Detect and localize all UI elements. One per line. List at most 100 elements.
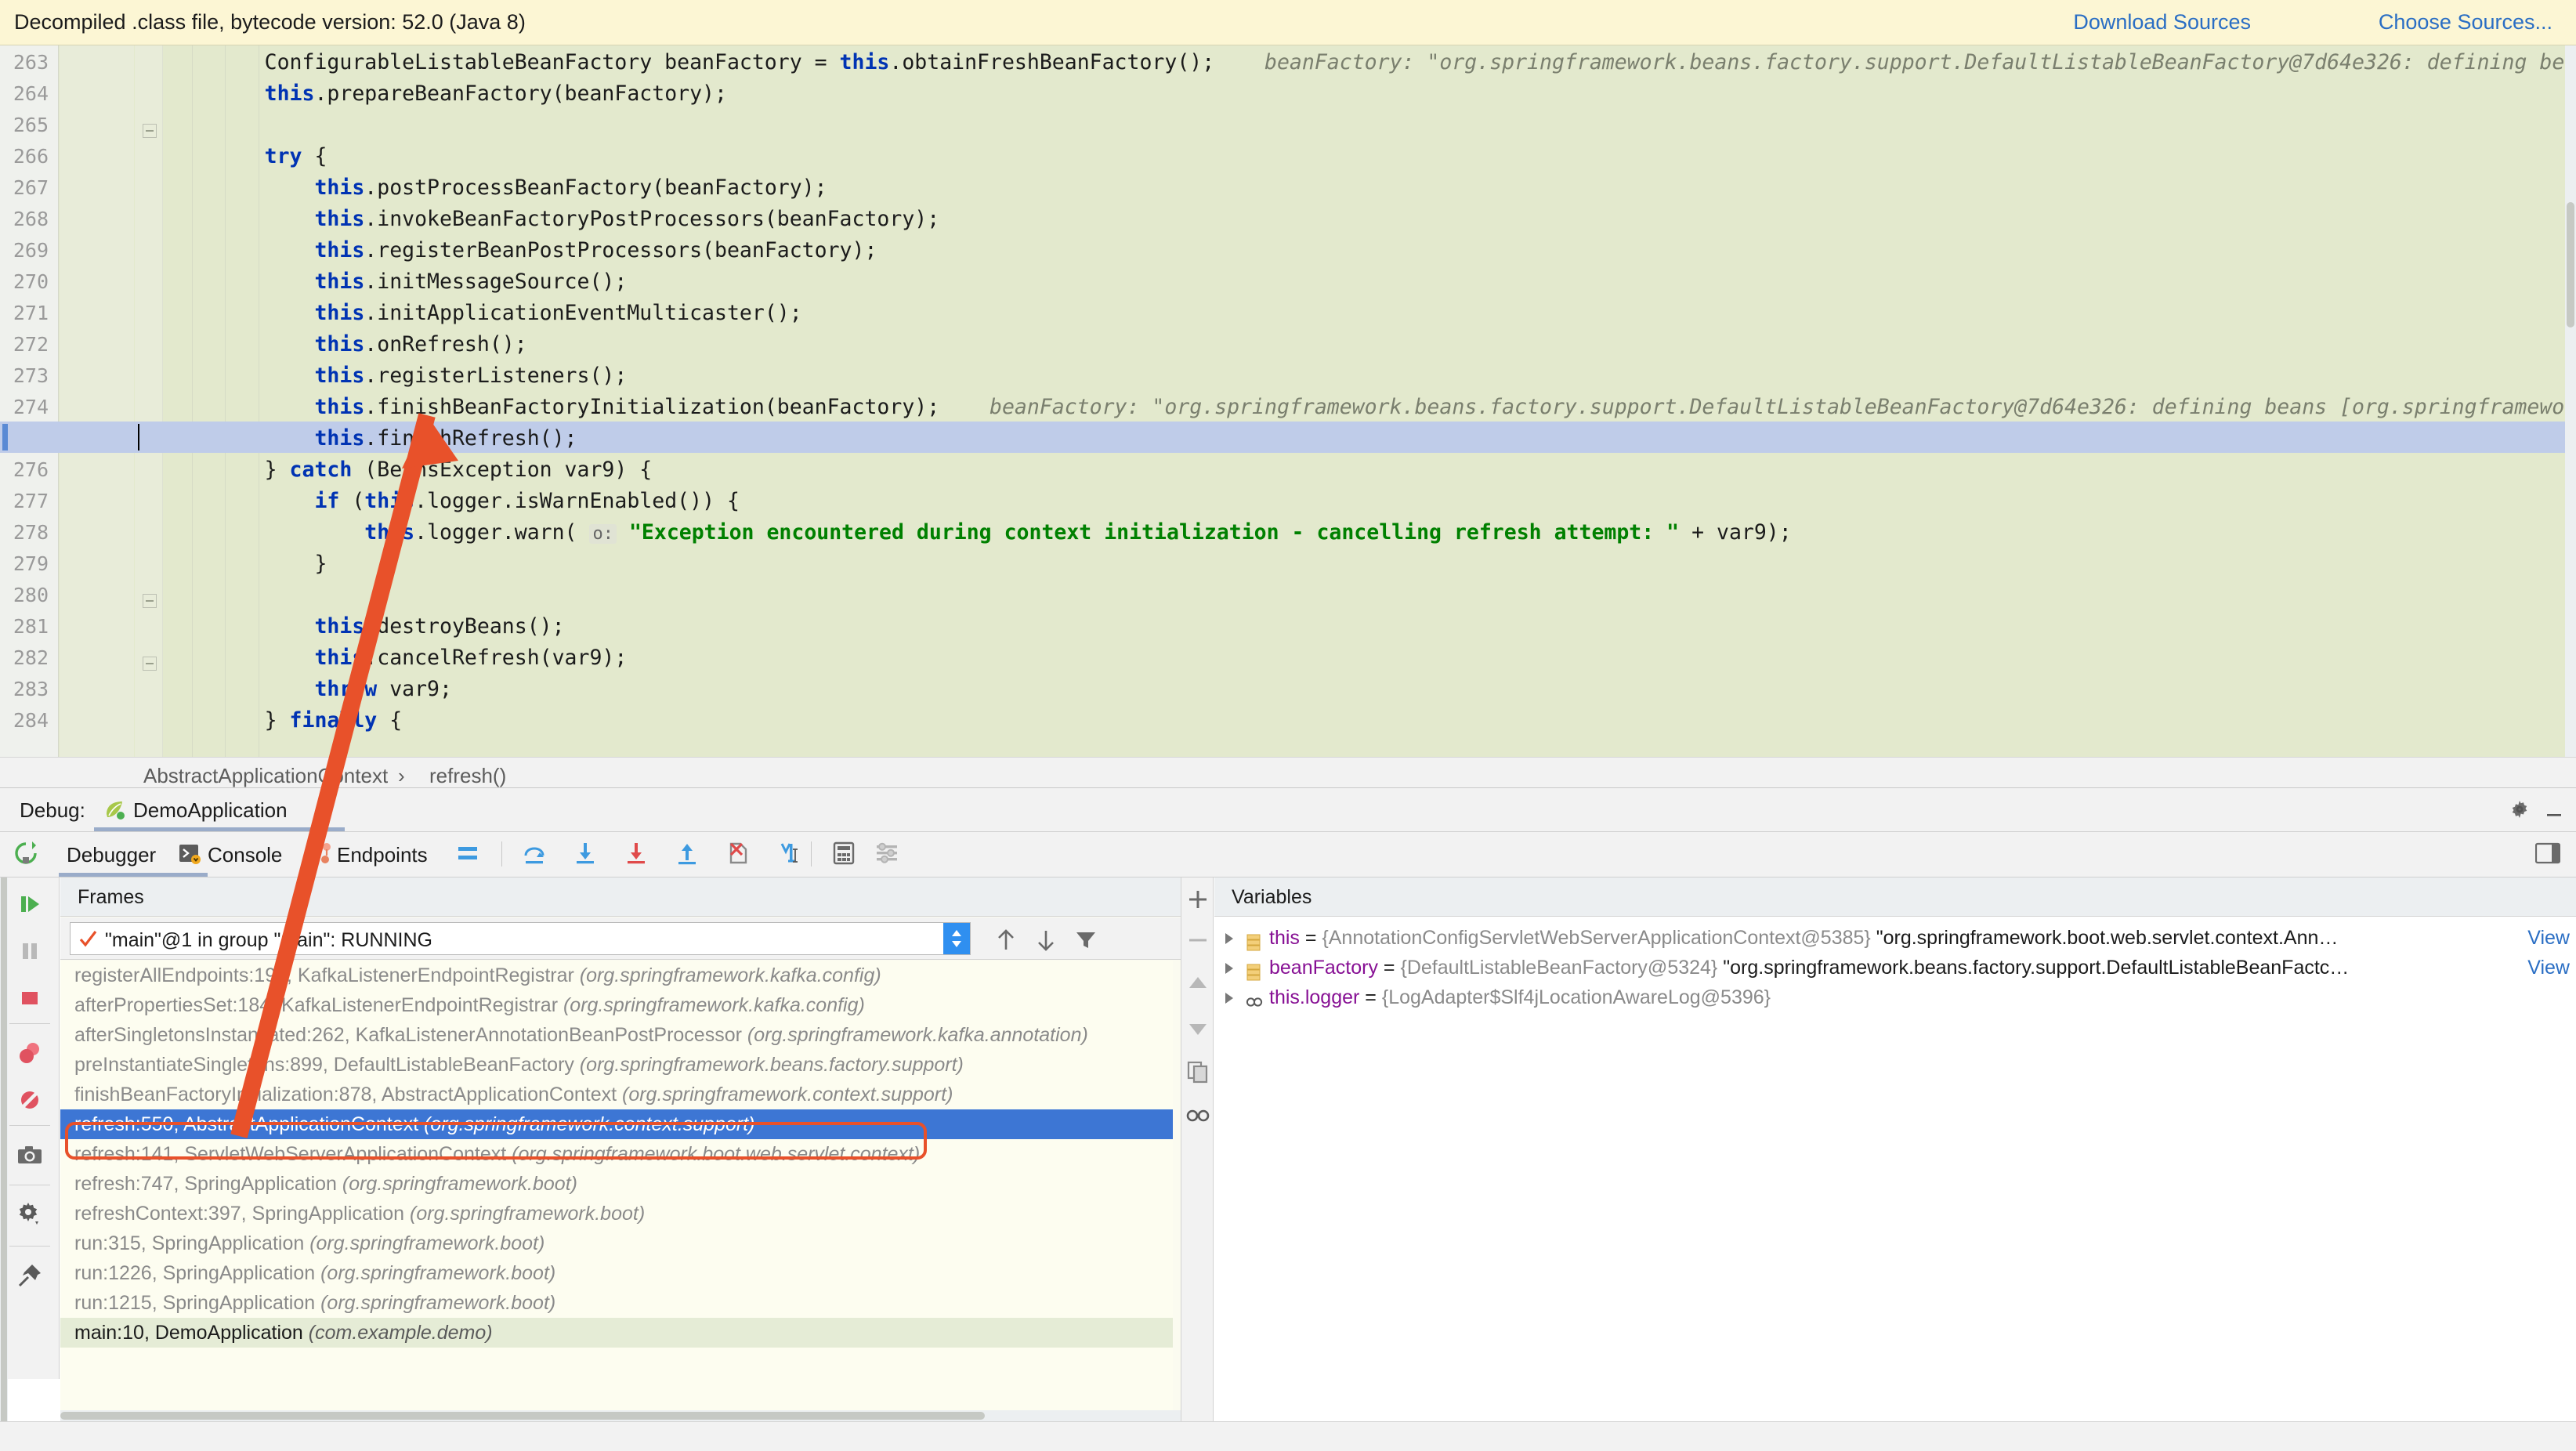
run-to-cursor-icon[interactable] — [776, 840, 802, 867]
drop-frame-icon[interactable] — [725, 840, 751, 867]
code-line[interactable]: } — [165, 548, 327, 580]
thread-dropdown-button[interactable] — [943, 923, 970, 954]
code-line[interactable]: this.finishBeanFactoryInitialization(bea… — [165, 392, 2564, 423]
variable-row[interactable]: beanFactory = {DefaultListableBeanFactor… — [1214, 953, 2576, 982]
scrollbar-thumb[interactable] — [2567, 202, 2574, 327]
fold-marker-icon[interactable] — [143, 124, 157, 138]
code-line[interactable]: this.destroyBeans(); — [165, 611, 565, 642]
code-line[interactable]: } finally { — [165, 705, 402, 736]
tab-endpoints[interactable]: Endpoints — [337, 843, 428, 867]
console-icon[interactable] — [176, 840, 203, 867]
thread-combobox[interactable]: "main"@1 in group "main": RUNNING — [70, 922, 971, 955]
variable-row[interactable]: this.logger = {LogAdapter$Slf4jLocationA… — [1214, 982, 2576, 1012]
endpoints-icon[interactable] — [307, 840, 334, 867]
stop-icon[interactable] — [16, 984, 44, 1012]
expand-arrow-icon[interactable] — [1225, 963, 1233, 974]
expand-arrow-icon[interactable] — [1225, 933, 1233, 944]
rerun-icon[interactable] — [13, 840, 39, 867]
fold-marker-icon[interactable] — [143, 657, 157, 671]
frame-row[interactable]: afterPropertiesSet:184, KafkaListenerEnd… — [60, 990, 1181, 1020]
code-line[interactable]: throw var9; — [165, 674, 452, 705]
filter-icon[interactable] — [1074, 928, 1098, 952]
move-up-icon[interactable] — [1185, 972, 1210, 997]
code-line[interactable]: this.postProcessBeanFactory(beanFactory)… — [165, 172, 827, 204]
step-over-icon[interactable] — [521, 840, 548, 867]
step-out-icon[interactable] — [674, 840, 700, 867]
add-watch-icon[interactable] — [1185, 887, 1210, 912]
code-line[interactable]: this.registerBeanPostProcessors(beanFact… — [165, 235, 877, 266]
view-link[interactable]: View — [2527, 953, 2570, 982]
frame-row[interactable]: run:1226, SpringApplication (org.springf… — [60, 1258, 1181, 1288]
force-step-into-icon[interactable] — [623, 840, 649, 867]
code-line[interactable]: try { — [165, 141, 327, 172]
editor-vertical-scrollbar[interactable] — [2565, 45, 2576, 757]
code-line[interactable]: this.logger.warn( o: "Exception encounte… — [165, 517, 1792, 548]
settings-icon[interactable] — [874, 840, 900, 867]
left-edge-scrollbar[interactable] — [0, 877, 8, 1421]
code-line[interactable]: ConfigurableListableBeanFactory beanFact… — [165, 47, 2564, 78]
frame-row[interactable]: refresh:747, SpringApplication (org.spri… — [60, 1169, 1181, 1199]
frames-vertical-scrollbar[interactable] — [1173, 961, 1181, 1410]
resume-program-icon[interactable] — [16, 890, 44, 918]
frame-row[interactable]: preInstantiateSingletons:899, DefaultLis… — [60, 1050, 1181, 1080]
debug-configuration-name[interactable]: DemoApplication — [133, 798, 288, 823]
code-line[interactable]: if (this.logger.isWarnEnabled()) { — [165, 486, 740, 517]
frames-horizontal-scrollbar[interactable] — [60, 1410, 1181, 1421]
frame-row[interactable]: run:1215, SpringApplication (org.springf… — [60, 1288, 1181, 1318]
choose-sources-link[interactable]: Choose Sources... — [2379, 10, 2552, 34]
mute-breakpoints-icon[interactable] — [16, 1086, 44, 1114]
frame-package: (org.springframework.boot) — [342, 1173, 577, 1195]
download-sources-link[interactable]: Download Sources — [2073, 10, 2251, 34]
frame-row[interactable]: refreshContext:397, SpringApplication (o… — [60, 1199, 1181, 1228]
gear-icon[interactable] — [2509, 798, 2531, 820]
line-number: 270 — [13, 266, 49, 298]
frame-method: run:1215, SpringApplication — [74, 1292, 320, 1314]
step-into-icon[interactable] — [572, 840, 599, 867]
copy-icon[interactable] — [1185, 1059, 1210, 1084]
expand-arrow-icon[interactable] — [1225, 993, 1233, 1004]
frame-row[interactable]: refresh:141, ServletWebServerApplication… — [60, 1139, 1181, 1169]
code-line[interactable]: this.invokeBeanFactoryPostProcessors(bea… — [165, 204, 939, 235]
show-execution-point-icon[interactable] — [454, 840, 481, 867]
code-line[interactable]: this.initApplicationEventMulticaster(); — [165, 298, 802, 329]
code-line[interactable]: this.initMessageSource(); — [165, 266, 627, 298]
frame-row[interactable]: refresh:550, AbstractApplicationContext … — [60, 1109, 1181, 1139]
breadcrumb-class[interactable]: AbstractApplicationContext — [143, 764, 388, 788]
frame-row[interactable]: finishBeanFactoryInitialization:878, Abs… — [60, 1080, 1181, 1109]
frame-row[interactable]: registerAllEndpoints:190, KafkaListenerE… — [60, 961, 1181, 990]
code-line[interactable]: this.prepareBeanFactory(beanFactory); — [165, 78, 727, 110]
tab-debugger[interactable]: Debugger — [67, 843, 156, 867]
view-breakpoints-icon[interactable] — [16, 1039, 44, 1067]
camera-icon[interactable] — [16, 1141, 44, 1169]
move-down-icon[interactable] — [1185, 1015, 1210, 1040]
minimize-icon[interactable] — [2543, 798, 2565, 820]
code-line[interactable]: this.registerListeners(); — [165, 360, 627, 392]
tab-console[interactable]: Console — [208, 843, 282, 867]
code-editor[interactable]: 2632642652662672682692702712722732742752… — [0, 45, 2576, 757]
view-link[interactable]: View — [2527, 923, 2570, 953]
scrollbar-thumb[interactable] — [1, 877, 7, 1421]
scrollbar-thumb[interactable] — [60, 1412, 985, 1420]
editor-code-folding-column[interactable] — [135, 45, 163, 757]
arrow-down-icon[interactable] — [1034, 928, 1058, 952]
pin-tab-icon[interactable] — [16, 1261, 44, 1290]
watches-icon[interactable] — [1185, 1103, 1210, 1128]
frame-row[interactable]: main:10, DemoApplication (com.example.de… — [60, 1318, 1181, 1348]
editor-line-number-gutter[interactable]: 2632642652662672682692702712722732742752… — [0, 45, 59, 757]
settings-gear-icon[interactable] — [16, 1200, 44, 1228]
breadcrumb-method[interactable]: refresh() — [429, 764, 506, 788]
frame-row[interactable]: run:315, SpringApplication (org.springfr… — [60, 1228, 1181, 1258]
pause-program-icon[interactable] — [16, 937, 44, 965]
code-line[interactable]: this.finishRefresh(); — [165, 423, 577, 454]
frames-list[interactable]: registerAllEndpoints:190, KafkaListenerE… — [60, 961, 1181, 1410]
frame-row[interactable]: afterSingletonsInstantiated:262, KafkaLi… — [60, 1020, 1181, 1050]
code-line[interactable]: } catch (BeansException var9) { — [165, 454, 652, 486]
arrow-up-icon[interactable] — [994, 928, 1018, 952]
variable-row[interactable]: this = {AnnotationConfigServletWebServer… — [1214, 923, 2576, 953]
fold-marker-icon[interactable] — [143, 594, 157, 608]
remove-watch-icon[interactable] — [1185, 928, 1210, 953]
code-line[interactable]: this.cancelRefresh(var9); — [165, 642, 627, 674]
layout-icon[interactable] — [2535, 841, 2560, 865]
evaluate-expression-icon[interactable] — [830, 840, 857, 867]
code-line[interactable]: this.onRefresh(); — [165, 329, 527, 360]
